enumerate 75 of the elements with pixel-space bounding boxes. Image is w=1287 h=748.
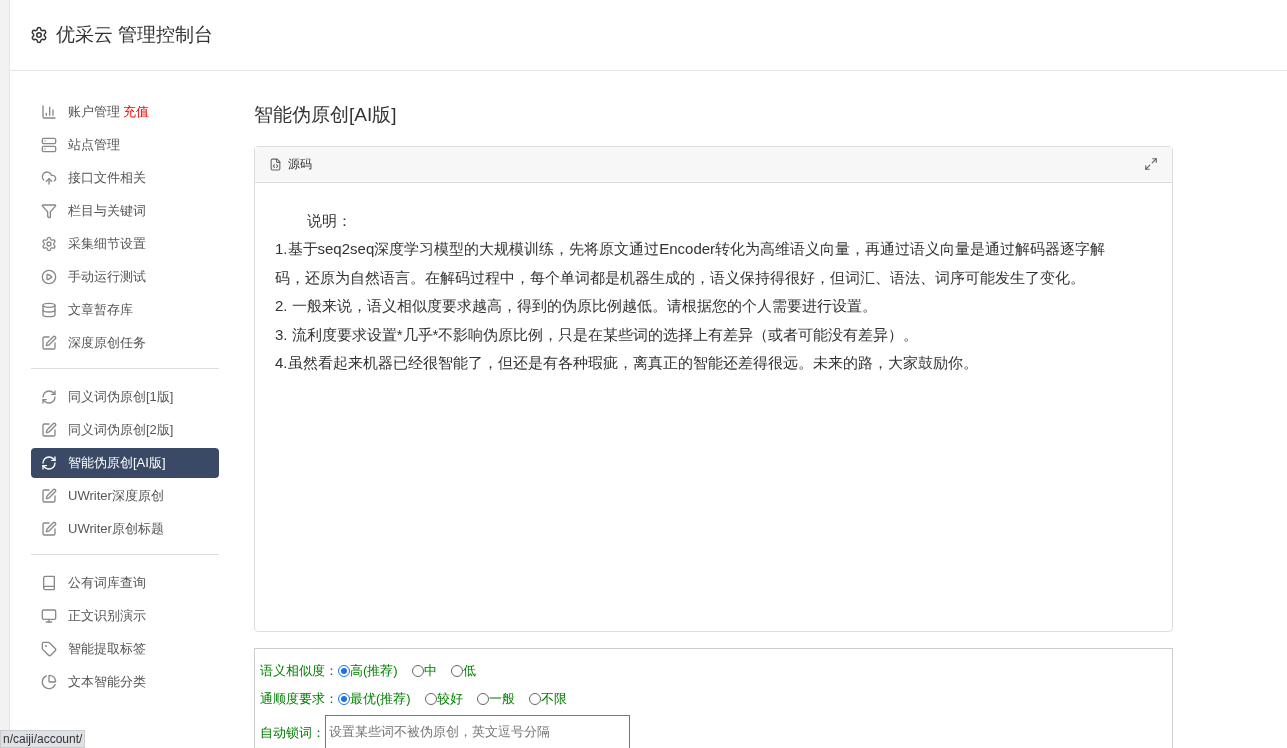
sidebar-item[interactable]: UWriter原创标题 [31, 514, 219, 544]
recharge-link[interactable]: 充值 [123, 102, 149, 122]
sidebar-label: 手动运行测试 [68, 268, 146, 287]
lock-words-field[interactable]: 设置某些词不被伪原创，英文逗号分隔 [325, 714, 630, 748]
radio-option[interactable]: 较好 [424, 688, 463, 709]
sidebar-item[interactable]: 文章暂存库 [31, 295, 219, 325]
setting-label: 语义相似度： [260, 661, 338, 680]
radio-option[interactable]: 低 [450, 660, 476, 681]
sidebar-label: 栏目与关键词 [68, 202, 146, 221]
refresh-icon [41, 455, 57, 471]
sidebar-item[interactable]: 栏目与关键词 [31, 196, 219, 226]
play-icon [41, 269, 57, 285]
radio-option[interactable]: 最优(推荐) [338, 688, 411, 709]
monitor-icon [41, 608, 57, 624]
sidebar-label: UWriter深度原创 [68, 487, 164, 506]
sidebar-item[interactable]: 公有词库查询 [31, 568, 219, 598]
status-url: n/caiji/account/ [0, 730, 86, 748]
cloud-upload-icon [41, 170, 57, 186]
refresh-icon [41, 389, 57, 405]
sidebar-label: UWriter原创标题 [68, 520, 164, 539]
database-icon [41, 302, 57, 318]
sidebar-label: 智能伪原创[AI版] [68, 454, 166, 473]
setting-label: 通顺度要求： [260, 689, 338, 708]
radio-option[interactable]: 不限 [528, 688, 567, 709]
sidebar-label: 公有词库查询 [68, 574, 146, 593]
radio-option[interactable]: 高(推荐) [338, 660, 398, 681]
edit-icon [41, 521, 57, 537]
edit-icon [41, 422, 57, 438]
page-title: 智能伪原创[AI版] [254, 103, 398, 127]
sidebar-item[interactable]: 账户管理 充值 [31, 97, 219, 127]
pie-chart-icon [41, 674, 57, 690]
edit-icon [41, 335, 57, 351]
setting-label: 自动锁词： [260, 723, 325, 742]
sidebar-item[interactable]: 智能提取标签 [31, 634, 219, 664]
sidebar-label: 站点管理 [68, 136, 120, 155]
settings-icon [30, 26, 48, 44]
filter-icon [41, 203, 57, 219]
sidebar-label: 采集细节设置 [68, 235, 146, 254]
sidebar-item[interactable]: 智能伪原创[AI版] [31, 448, 219, 478]
sidebar-label: 智能提取标签 [68, 640, 146, 659]
app-title: 优采云 管理控制台 [56, 22, 214, 47]
fullscreen-icon[interactable] [1144, 157, 1158, 171]
code-file-icon [269, 157, 282, 171]
sidebar-item[interactable]: 正文识别演示 [31, 601, 219, 631]
sidebar-label: 深度原创任务 [68, 334, 146, 353]
sidebar-item[interactable]: 同义词伪原创[1版] [31, 382, 219, 412]
editor-text: 1.基于seq2seq深度学习模型的大规模训练，先将原文通过Encoder转化为高维语义向量，再通过语义向量是通过解码器逐字解码，还原为自然语言。在解码过程中，每个单词都是机器生成的，语义保持得很好，但词汇、语法、词序可能发生了变化。 [275, 239, 1107, 288]
sidebar-item[interactable]: 接口文件相关 [31, 163, 219, 193]
sidebar-item[interactable]: 深度原创任务 [31, 328, 219, 358]
sidebar-label: 文本智能分类 [68, 673, 146, 692]
editor-text: 2. 一般来说，语义相似度要求越高，得到的伪原比例越低。请根据您的个人需要进行设置。 [275, 296, 878, 316]
sidebar-label: 文章暂存库 [68, 301, 133, 320]
book-icon [41, 575, 57, 591]
gears-icon [41, 236, 57, 252]
radio-option[interactable]: 中 [411, 660, 437, 681]
sidebar-label: 账户管理 [68, 103, 120, 122]
sidebar-item[interactable]: 文本智能分类 [31, 667, 219, 697]
editor-text: 4.虽然看起来机器已经很智能了，但还是有各种瑕疵，离真正的智能还差得很远。未来的路，大家鼓励你。 [275, 353, 979, 373]
server-icon [41, 137, 57, 153]
sidebar-item[interactable]: 手动运行测试 [31, 262, 219, 292]
sidebar-label: 正文识别演示 [68, 607, 146, 626]
edit-icon [41, 488, 57, 504]
sidebar-item[interactable]: 采集细节设置 [31, 229, 219, 259]
bar-chart-icon [41, 104, 57, 120]
sidebar-label: 同义词伪原创[2版] [68, 421, 174, 440]
sidebar-label: 同义词伪原创[1版] [68, 388, 174, 407]
sidebar-item[interactable]: UWriter深度原创 [31, 481, 219, 511]
tag-icon [41, 641, 57, 657]
sidebar-item[interactable]: 同义词伪原创[2版] [31, 415, 219, 445]
sidebar-label: 接口文件相关 [68, 169, 146, 188]
sidebar-item[interactable]: 站点管理 [31, 130, 219, 160]
editor-text: 说明： [306, 210, 353, 231]
editor-text: 3. 流利度要求设置*几乎*不影响伪原比例，只是在某些词的选择上有差异（或者可能没有差异）。 [275, 324, 920, 345]
source-tab[interactable]: 源码 [269, 155, 312, 173]
radio-option[interactable]: 一般 [476, 688, 515, 709]
